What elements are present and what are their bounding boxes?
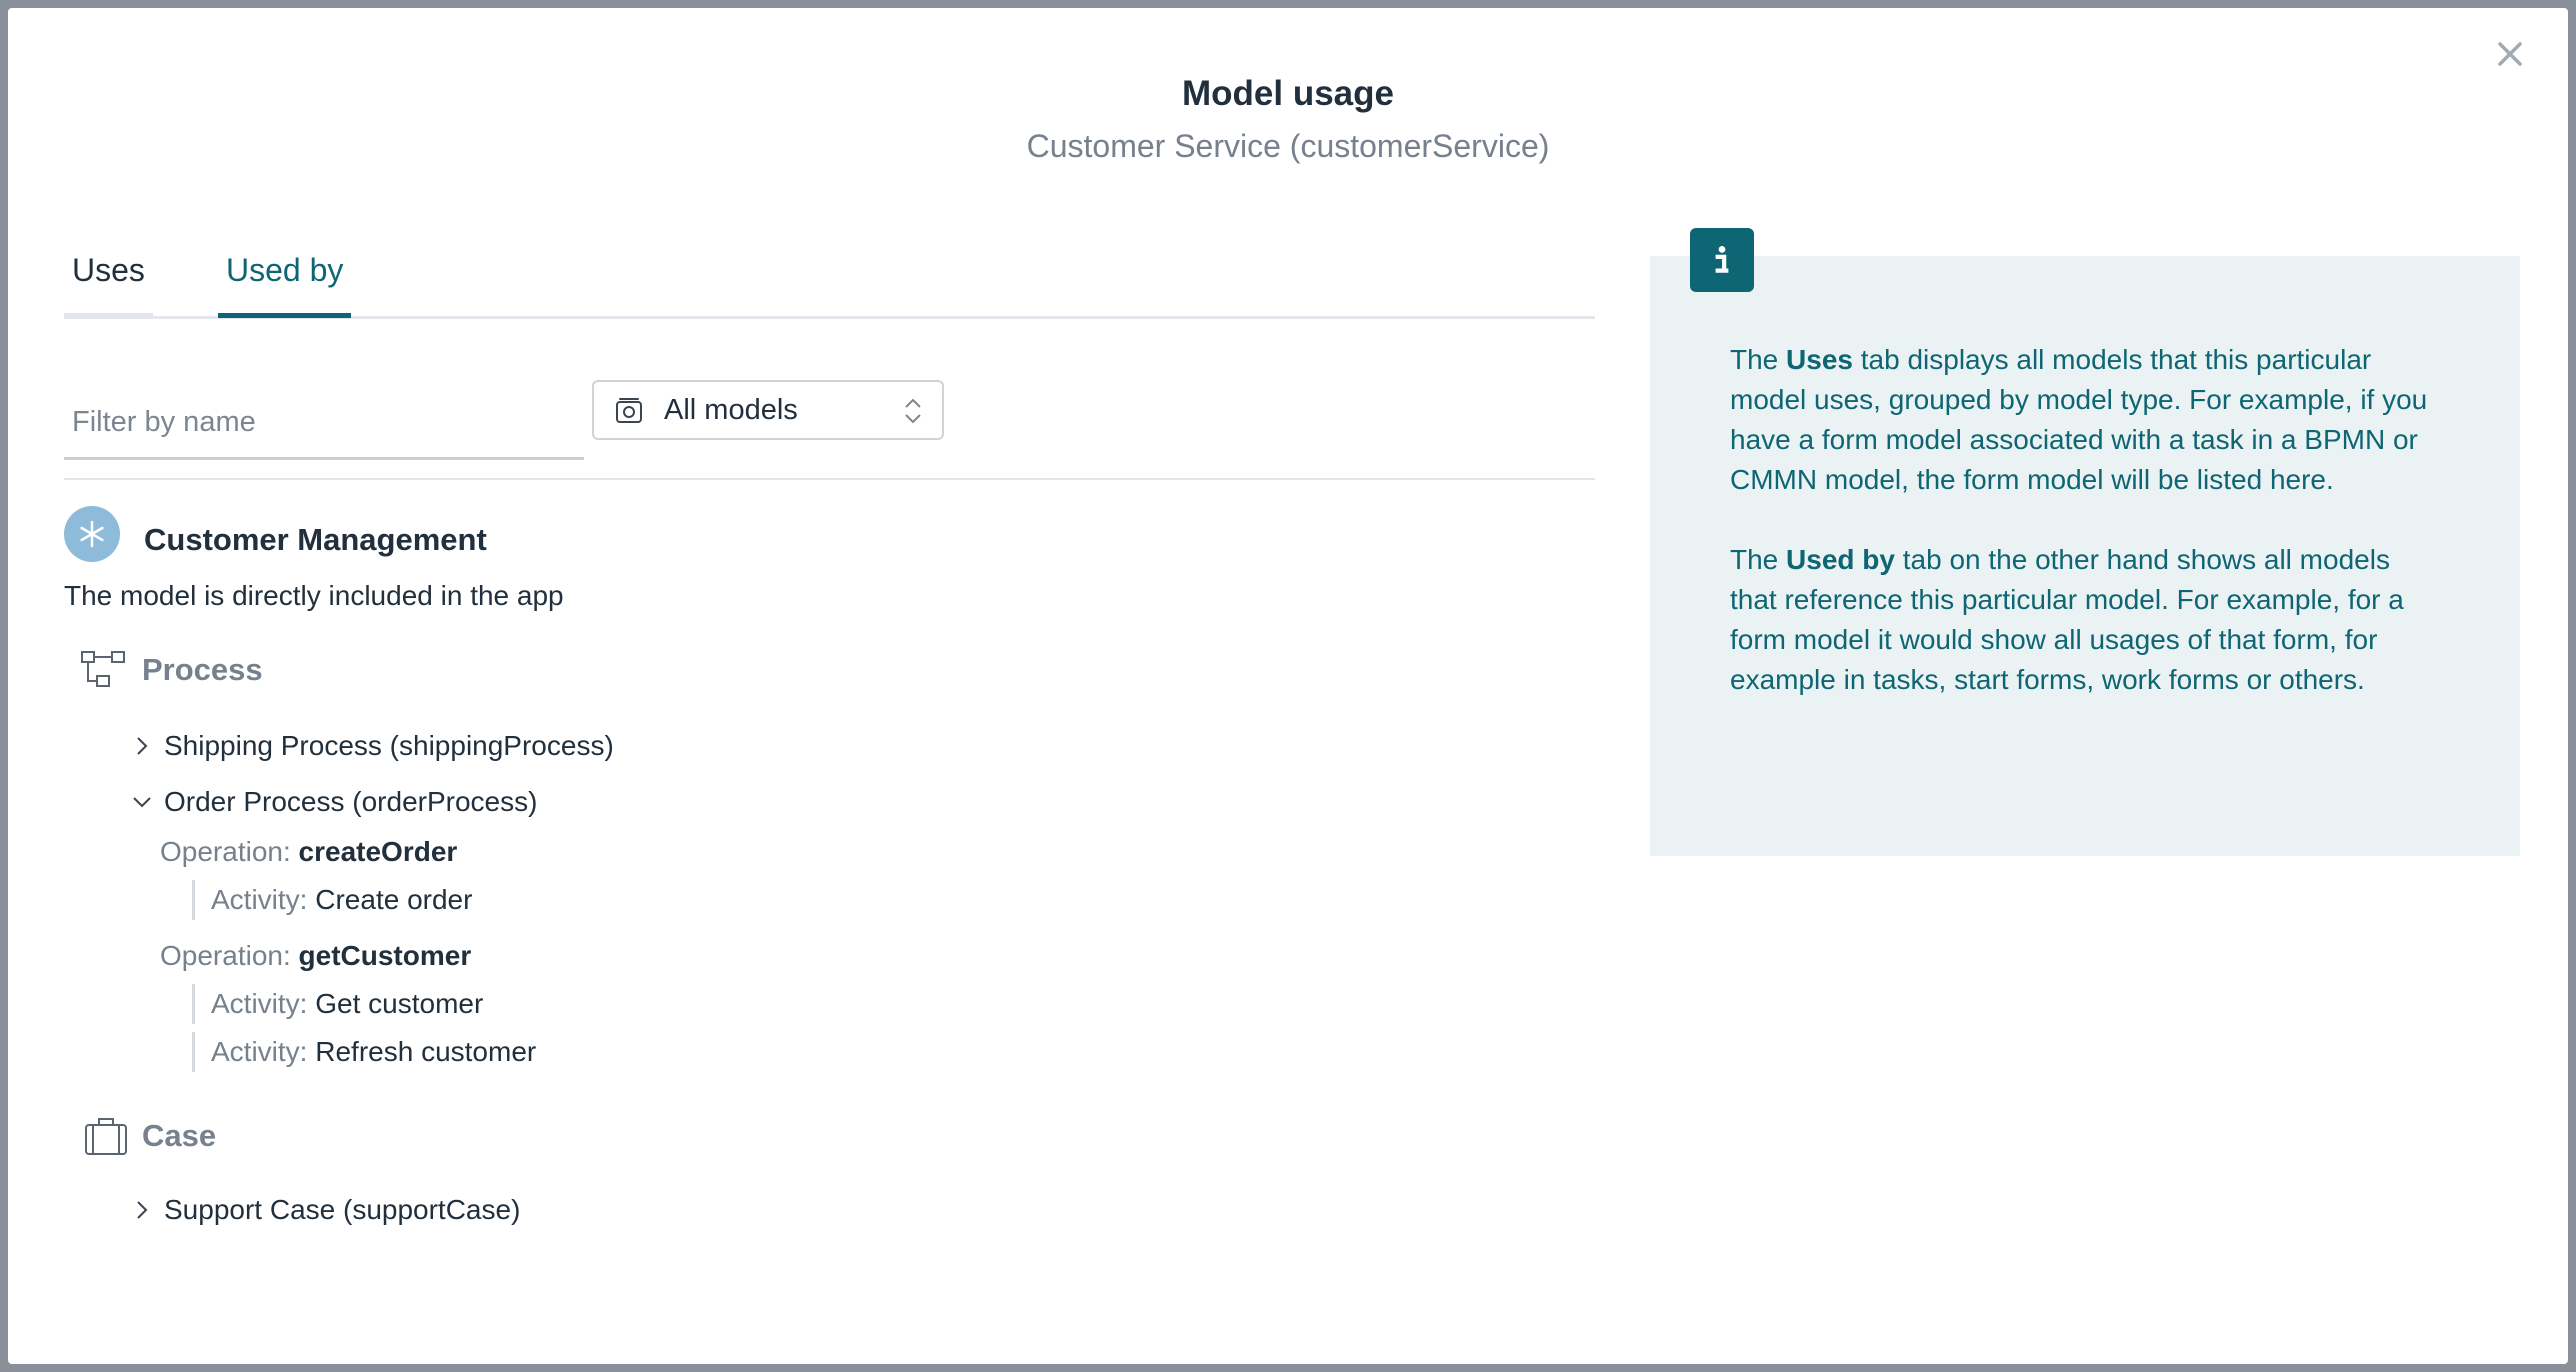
operation-create-order: Operation: createOrder — [160, 836, 457, 868]
activity-create-order: Activity: Create order — [192, 880, 472, 920]
operation-prefix: Operation: — [160, 940, 291, 971]
tree-item-label: Shipping Process (shippingProcess) — [164, 730, 614, 761]
activity-prefix: Activity: — [211, 988, 308, 1019]
dialog-subtitle: Customer Service (customerService) — [1026, 128, 1550, 164]
info-paragraph-uses: The Uses tab displays all models that th… — [1730, 340, 2430, 500]
info-text-run: The — [1730, 544, 1787, 575]
content-divider — [64, 478, 1595, 480]
tree-item-label: Order Process (orderProcess) — [164, 786, 538, 817]
app-name: Customer Management — [144, 522, 487, 557]
close-button[interactable] — [2494, 38, 2526, 70]
model-type-select[interactable]: All models — [592, 380, 944, 440]
app-description: The model is directly included in the ap… — [64, 580, 564, 611]
activity-get-customer: Activity: Get customer — [192, 984, 483, 1024]
info-text-bold: Used by — [1786, 544, 1895, 575]
activity-name: Get customer — [315, 988, 484, 1019]
select-chevron-icon — [905, 398, 921, 424]
model-stack-icon — [614, 395, 644, 425]
asterisk-icon — [64, 506, 120, 562]
process-icon — [81, 651, 125, 687]
info-text: The Uses tab displays all models that th… — [1730, 340, 2430, 740]
info-paragraph-used-by: The Used by tab on the other hand shows … — [1730, 540, 2430, 700]
briefcase-icon — [85, 1118, 127, 1155]
activity-name: Create order — [315, 884, 473, 915]
close-icon — [2498, 42, 2522, 66]
activity-name: Refresh customer — [315, 1036, 537, 1067]
activity-prefix: Activity: — [211, 884, 308, 915]
activity-prefix: Activity: — [211, 1036, 308, 1067]
section-case: Case — [84, 1116, 216, 1156]
tree-item-shipping-process[interactable]: Shipping Process (shippingProcess) — [130, 730, 614, 762]
section-process: Process — [80, 650, 263, 690]
tree-item-label: Support Case (supportCase) — [164, 1194, 521, 1225]
operation-prefix: Operation: — [160, 836, 291, 867]
section-case-label: Case — [142, 1118, 217, 1153]
tree-item-order-process[interactable]: Order Process (orderProcess) — [130, 786, 537, 818]
chevron-right-icon — [137, 1201, 148, 1219]
operation-name: createOrder — [298, 836, 458, 867]
filter-input[interactable] — [64, 388, 584, 460]
model-usage-dialog: Model usage Customer Service (customerSe… — [8, 8, 2568, 1364]
operation-name: getCustomer — [298, 940, 472, 971]
chevron-down-icon — [133, 797, 151, 808]
activity-refresh-customer: Activity: Refresh customer — [192, 1032, 536, 1072]
model-type-selected: All models — [664, 393, 798, 426]
info-icon — [1690, 228, 1754, 292]
tab-bar: Uses Used by — [64, 244, 1595, 319]
info-text-bold: Uses — [1786, 344, 1853, 375]
tree-item-support-case[interactable]: Support Case (supportCase) — [130, 1194, 520, 1226]
info-text-run: The — [1730, 344, 1787, 375]
tab-used-by[interactable]: Used by — [218, 244, 352, 318]
chevron-right-icon — [137, 737, 148, 755]
section-process-label: Process — [142, 652, 263, 687]
operation-get-customer: Operation: getCustomer — [160, 940, 471, 972]
dialog-title: Model usage — [1182, 74, 1394, 113]
tab-uses[interactable]: Uses — [64, 244, 153, 316]
